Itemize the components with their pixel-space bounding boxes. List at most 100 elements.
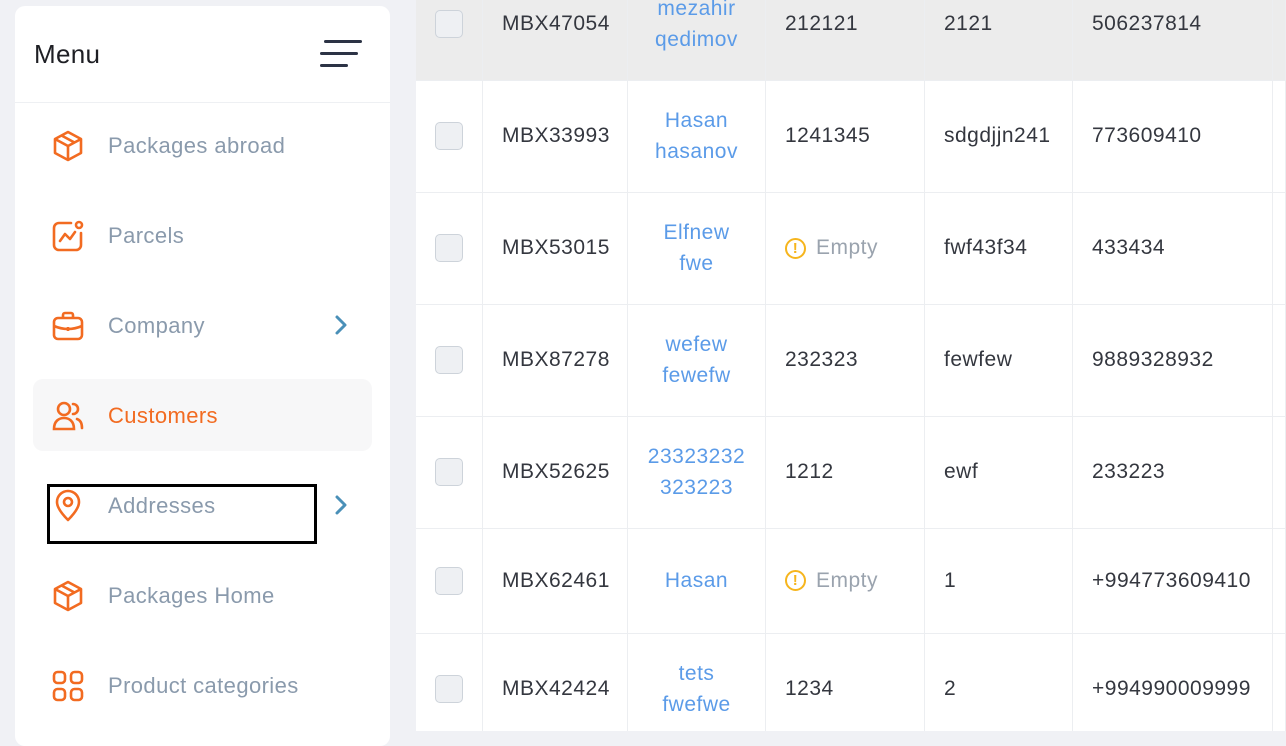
sidebar-item-label: Product categories <box>108 673 299 698</box>
customers-table: MBX47054 mezahir qedimov 212121 2121 50623781… <box>416 0 1286 731</box>
customer-name-link[interactable]: Hasan <box>665 565 728 596</box>
customer-name-link[interactable]: Hasan hasanov <box>655 105 738 167</box>
code-cell: MBX42424 <box>483 633 628 731</box>
checkbox-cell <box>416 0 483 80</box>
sidebar-item-label: Addresses <box>108 493 216 518</box>
empty-indicator: ! Empty <box>785 236 878 260</box>
sidebar-item-packages-home[interactable]: Packages Home <box>33 559 372 631</box>
table-row: MBX87278 wefew fewefw 232323 fewfew 988932893… <box>416 304 1286 417</box>
grid-icon <box>51 669 85 703</box>
warning-icon: ! <box>785 570 806 591</box>
cell-a: 1234 <box>766 633 925 731</box>
code-cell: MBX47054 <box>483 0 628 80</box>
cell-a: 1212 <box>766 416 925 528</box>
cell-d <box>1273 304 1286 416</box>
row-checkbox[interactable] <box>435 122 463 150</box>
checkbox-cell <box>416 528 483 633</box>
name-cell: wefew fewefw <box>628 304 766 416</box>
cell-c: 433434 <box>1073 192 1273 304</box>
box-icon <box>51 129 85 163</box>
chevron-right-icon[interactable] <box>330 493 352 517</box>
sidebar-item-label: Parcels <box>108 223 185 248</box>
name-cell: Hasan <box>628 528 766 633</box>
customer-name-link[interactable]: wefew fewefw <box>662 329 730 391</box>
checkbox-cell <box>416 80 483 192</box>
customer-name-link[interactable]: Elfnew fwe <box>663 217 729 279</box>
name-cell: tets fwefwe <box>628 633 766 731</box>
warning-icon: ! <box>785 237 806 259</box>
table-row: MBX47054 mezahir qedimov 212121 2121 50623781… <box>416 0 1286 81</box>
code-cell: MBX62461 <box>483 528 628 633</box>
cell-a: 212121 <box>766 0 925 80</box>
table-row: MBX62461 Hasan ! Empty 1 +994773609410 <box>416 528 1286 634</box>
cell-b: 2 <box>925 633 1073 731</box>
location-pin-icon <box>51 489 85 523</box>
chevron-right-icon[interactable] <box>330 313 352 337</box>
code-cell: MBX87278 <box>483 304 628 416</box>
hamburger-menu-icon[interactable] <box>320 40 362 70</box>
cell-value: 212121 <box>785 12 859 35</box>
row-checkbox[interactable] <box>435 10 463 38</box>
cell-d <box>1273 192 1286 304</box>
cell-c: 9889328932 <box>1073 304 1273 416</box>
cell-d <box>1273 528 1286 633</box>
cell-b: fewfew <box>925 304 1073 416</box>
briefcase-icon <box>51 309 85 343</box>
chart-icon <box>51 219 85 253</box>
table-row: MBX33993 Hasan hasanov 1241345 sdgdjjn241 773… <box>416 80 1286 193</box>
checkbox-cell <box>416 416 483 528</box>
cell-b: 1 <box>925 528 1073 633</box>
cell-b: 2121 <box>925 0 1073 80</box>
cell-c: 506237814 <box>1073 0 1273 80</box>
cell-d <box>1273 0 1286 80</box>
row-checkbox[interactable] <box>435 675 463 703</box>
empty-indicator: ! Empty <box>785 569 878 593</box>
box-icon <box>51 579 85 613</box>
row-checkbox[interactable] <box>435 346 463 374</box>
customer-name-link[interactable]: tets fwefwe <box>662 658 730 720</box>
sidebar-item-company[interactable]: Company <box>33 289 372 361</box>
cell-c: 773609410 <box>1073 80 1273 192</box>
cell-b: sdgdjjn241 <box>925 80 1073 192</box>
sidebar-item-label: Customers <box>108 403 218 428</box>
cell-value: 232323 <box>785 348 859 371</box>
customer-name-link[interactable]: 23323232 323223 <box>648 441 745 503</box>
row-checkbox[interactable] <box>435 566 463 595</box>
cell-a: ! Empty <box>766 528 925 633</box>
cell-b: ewf <box>925 416 1073 528</box>
code-cell: MBX53015 <box>483 192 628 304</box>
sidebar-item-packages-abroad[interactable]: Packages abroad <box>33 109 372 181</box>
cell-a: 1241345 <box>766 80 925 192</box>
cell-d <box>1273 80 1286 192</box>
sidebar-item-addresses[interactable]: Addresses <box>33 469 372 541</box>
cell-value: 1212 <box>785 460 834 483</box>
users-icon <box>51 399 85 433</box>
customer-name-link[interactable]: mezahir qedimov <box>655 0 738 55</box>
name-cell: 23323232 323223 <box>628 416 766 528</box>
cell-d <box>1273 416 1286 528</box>
row-checkbox[interactable] <box>435 234 463 262</box>
row-checkbox[interactable] <box>435 458 463 486</box>
cell-c: +994773609410 <box>1073 528 1273 633</box>
sidebar-item-customers[interactable]: Customers <box>33 379 372 451</box>
cell-d <box>1273 633 1286 731</box>
sidebar-item-parcels[interactable]: Parcels <box>33 199 372 271</box>
name-cell: Elfnew fwe <box>628 192 766 304</box>
sidebar-item-label: Company <box>108 313 205 338</box>
cell-c: +994990009999 <box>1073 633 1273 731</box>
table-row: MBX42424 tets fwefwe 1234 2 +994990009999 <box>416 633 1286 731</box>
cell-c: 233223 <box>1073 416 1273 528</box>
cell-a: ! Empty <box>766 192 925 304</box>
name-cell: Hasan hasanov <box>628 80 766 192</box>
cell-value: 1234 <box>785 677 834 700</box>
menu-title: Menu <box>34 39 101 69</box>
code-cell: MBX33993 <box>483 80 628 192</box>
checkbox-cell <box>416 633 483 731</box>
cell-value: 1241345 <box>785 124 871 147</box>
code-cell: MBX52625 <box>483 416 628 528</box>
checkbox-cell <box>416 192 483 304</box>
sidebar-item-label: Packages abroad <box>108 133 286 158</box>
name-cell: mezahir qedimov <box>628 0 766 80</box>
sidebar-item-product-categories[interactable]: Product categories <box>33 649 372 721</box>
menu-header: Menu <box>15 6 390 103</box>
